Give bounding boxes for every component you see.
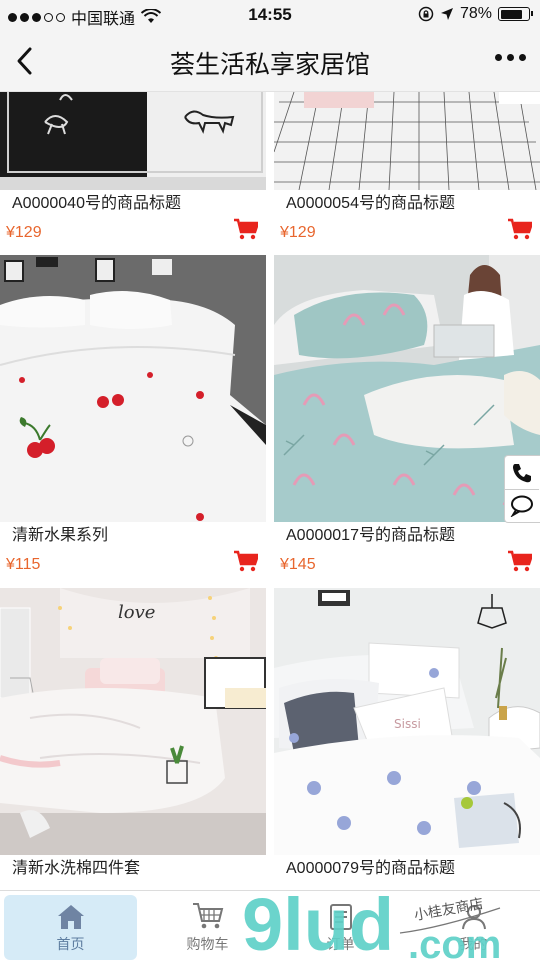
battery-icon (498, 7, 533, 21)
location-arrow-icon (440, 8, 453, 20)
product-card[interactable]: 清新水果系列 ¥115 (0, 255, 266, 580)
product-title[interactable]: A0000079号的商品标题 (274, 855, 540, 883)
home-icon (57, 905, 84, 929)
more-options-icon[interactable] (495, 54, 526, 61)
product-title[interactable]: A0000054号的商品标题 (274, 190, 540, 218)
product-image[interactable] (0, 92, 266, 190)
product-title[interactable]: 清新水洗棉四件套 (0, 855, 266, 883)
add-to-cart-icon[interactable] (234, 550, 258, 572)
contact-float (504, 455, 540, 523)
tab-orders[interactable]: 订单 (274, 891, 407, 960)
chat-bubble-icon (510, 495, 533, 517)
tab-home[interactable]: 首页 (4, 895, 137, 960)
tab-label: 我的 (459, 936, 488, 952)
tab-cart[interactable]: 购物车 (141, 891, 274, 960)
rotation-lock-icon (418, 6, 434, 22)
status-right: 78% (418, 5, 533, 23)
product-title[interactable]: A0000017号的商品标题 (274, 522, 540, 550)
bottom-tab-bar: 首页 购物车 订单 我的 (0, 890, 540, 960)
product-price: ¥129 (280, 224, 316, 241)
product-image[interactable] (274, 255, 540, 522)
product-image[interactable]: love (0, 588, 266, 855)
phone-call-button[interactable] (505, 456, 539, 489)
product-price: ¥115 (6, 556, 41, 573)
user-icon (461, 905, 486, 930)
product-card[interactable]: love 清新水洗棉四件套 (0, 588, 266, 883)
tab-profile[interactable]: 我的 (407, 891, 540, 960)
cart-icon (192, 903, 223, 929)
product-price: ¥145 (280, 556, 316, 573)
product-price: ¥129 (6, 224, 42, 241)
product-title[interactable]: 清新水果系列 (0, 522, 266, 550)
battery-percent: 78% (459, 5, 492, 22)
tab-label: 购物车 (186, 936, 229, 952)
phone-icon (513, 463, 531, 482)
navigation-bar: 荟生活私享家居馆 (0, 30, 540, 92)
order-icon (329, 904, 352, 930)
add-to-cart-icon[interactable] (508, 218, 532, 240)
product-grid: A0000040号的商品标题 ¥129 A0000054号的商品标题 ¥129 (0, 92, 540, 890)
tab-label: 首页 (56, 936, 85, 952)
page-title: 荟生活私享家居馆 (169, 51, 370, 79)
chat-button[interactable] (505, 489, 539, 522)
status-bar: 中国联通 14:55 78% (0, 0, 540, 30)
svg-text:Sissi: Sissi (394, 717, 421, 731)
product-card[interactable]: Sissi A0000079号的商品标题 (274, 588, 540, 883)
product-card[interactable]: A0000054号的商品标题 ¥129 (274, 92, 540, 248)
product-image[interactable]: Sissi (274, 588, 540, 855)
svg-text:love: love (118, 602, 155, 623)
product-title[interactable]: A0000040号的商品标题 (0, 190, 266, 218)
tab-label: 订单 (326, 936, 355, 952)
add-to-cart-icon[interactable] (508, 550, 532, 572)
product-image[interactable] (274, 92, 540, 190)
add-to-cart-icon[interactable] (234, 218, 258, 240)
product-image[interactable] (0, 255, 266, 522)
product-card[interactable]: A0000040号的商品标题 ¥129 (0, 92, 266, 248)
product-card[interactable]: A0000017号的商品标题 ¥145 (274, 255, 540, 580)
